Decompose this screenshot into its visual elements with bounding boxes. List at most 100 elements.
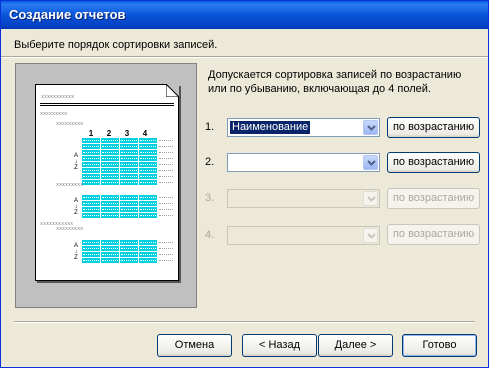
preview-placeholder-cell	[158, 213, 174, 218]
preview-column-number: 4	[142, 129, 148, 138]
chevron-down-icon[interactable]	[363, 191, 378, 206]
preview-placeholder-cell	[158, 138, 174, 143]
preview-data-cell	[101, 195, 119, 200]
preview-data-cell	[82, 156, 100, 161]
report-wizard-window: Создание отчетов Выберите порядок сортир…	[0, 0, 489, 368]
sort-order-3-button[interactable]: по возрастанию	[387, 188, 480, 209]
chevron-down-icon[interactable]	[363, 228, 378, 243]
preview-data-cell	[120, 252, 138, 257]
preview-placeholder-cell	[158, 174, 174, 179]
preview-placeholder-cell	[158, 258, 174, 263]
sort-order-4-button[interactable]: по возрастанию	[387, 224, 480, 245]
preview-data-cell	[139, 150, 157, 155]
preview-group-text: xxxxxxxxx	[56, 122, 84, 127]
preview-placeholder-cell	[158, 150, 174, 155]
window-title: Создание отчетов	[9, 7, 126, 22]
sort-field-4-combo[interactable]	[227, 226, 380, 245]
preview-data-cell	[120, 240, 138, 245]
preview-placeholder-cell	[158, 207, 174, 212]
sort-field-1-combo[interactable]: Наименование	[227, 118, 380, 137]
preview-placeholder-cell	[158, 252, 174, 257]
preview-data-cell	[120, 156, 138, 161]
page-fold-icon	[166, 84, 179, 97]
preview-data-cell	[82, 201, 100, 206]
preview-data-cell	[120, 246, 138, 251]
preview-data-cell	[139, 213, 157, 218]
preview-data-cell	[82, 150, 100, 155]
preview-data-cell	[101, 144, 119, 149]
preview-data-cell	[101, 246, 119, 251]
preview-data-cell	[139, 144, 157, 149]
back-button[interactable]: < Назад	[242, 334, 317, 357]
preview-data-cell	[120, 195, 138, 200]
preview-data-cell	[139, 246, 157, 251]
sort-ascending-icon: A ↓ Z	[73, 198, 78, 216]
preview-data-cell	[139, 156, 157, 161]
preview-placeholder-cell	[158, 246, 174, 251]
preview-data-cell	[101, 240, 119, 245]
preview-data-cell	[101, 213, 119, 218]
preview-data-cell	[139, 168, 157, 173]
preview-data-cell	[82, 174, 100, 179]
preview-data-cell	[101, 201, 119, 206]
preview-data-cell	[101, 156, 119, 161]
preview-data-cell	[120, 150, 138, 155]
preview-data-cell	[120, 174, 138, 179]
preview-placeholder-cell	[158, 240, 174, 245]
preview-data-cell	[82, 180, 100, 185]
preview-placeholder-cell	[158, 168, 174, 173]
preview-data-cell	[139, 162, 157, 167]
preview-data-cell	[139, 258, 157, 263]
preview-data-cell	[82, 240, 100, 245]
preview-data-cell	[101, 180, 119, 185]
sort-field-2-combo[interactable]	[227, 153, 380, 172]
sort-order-1-button[interactable]: по возрастанию	[387, 117, 480, 138]
preview-data-cell	[101, 162, 119, 167]
preview-data-cell	[120, 144, 138, 149]
sort-ascending-icon: A ↓ Z	[73, 243, 78, 261]
preview-placeholder-cell	[158, 201, 174, 206]
preview-data-cell	[82, 213, 100, 218]
preview-data-cell	[82, 144, 100, 149]
preview-data-cell	[82, 246, 100, 251]
instruction-text: Выберите порядок сортировки записей.	[14, 39, 218, 51]
preview-data-cell	[101, 252, 119, 257]
preview-data-cell	[139, 195, 157, 200]
preview-column-number: 1	[88, 129, 94, 138]
preview-data-cell	[139, 207, 157, 212]
preview-data-cell	[120, 138, 138, 143]
preview-data-cell	[82, 162, 100, 167]
chevron-down-icon[interactable]	[363, 120, 378, 135]
sort-preview-panel: xxxxxxxxxxx xxxxxxxxx xxxxxxxxx 1 2 3 4 A ↓ Zxx…	[15, 63, 197, 308]
preview-column-number: 3	[124, 129, 130, 138]
finish-button[interactable]: Готово	[402, 334, 477, 357]
preview-data-cell	[82, 195, 100, 200]
title-bar[interactable]: Создание отчетов	[1, 1, 488, 29]
preview-data-cell	[120, 258, 138, 263]
sort-field-3-combo[interactable]	[227, 189, 380, 208]
preview-page: xxxxxxxxxxx xxxxxxxxx xxxxxxxxx 1 2 3 4 A ↓ Zxx…	[35, 84, 179, 281]
preview-group-text: xxxxxxxxx	[56, 227, 84, 232]
header-divider	[1, 56, 488, 58]
preview-data-cell	[120, 180, 138, 185]
preview-data-cell	[101, 150, 119, 155]
preview-data-cell	[139, 174, 157, 179]
preview-placeholder-cell	[158, 162, 174, 167]
preview-data-cell	[120, 201, 138, 206]
next-button[interactable]: Далее >	[318, 334, 393, 357]
footer-divider	[14, 321, 475, 323]
cancel-button[interactable]: Отмена	[157, 334, 232, 357]
preview-data-cell	[82, 168, 100, 173]
preview-data-cell	[139, 252, 157, 257]
sort-order-2-button[interactable]: по возрастанию	[387, 152, 480, 173]
sort-description: Допускается сортировка записей по возрас…	[208, 69, 462, 95]
sort-row-3-number: 3.	[205, 192, 215, 204]
preview-header-rule	[40, 105, 174, 106]
preview-data-cell	[139, 201, 157, 206]
preview-header-text: xxxxxxxxxxx	[41, 95, 75, 100]
preview-data-cell	[139, 138, 157, 143]
preview-data-cell	[139, 180, 157, 185]
preview-group-text: xxxxxxxxx	[40, 112, 68, 117]
sort-row-2-number: 2.	[205, 156, 215, 168]
chevron-down-icon[interactable]	[363, 155, 378, 170]
